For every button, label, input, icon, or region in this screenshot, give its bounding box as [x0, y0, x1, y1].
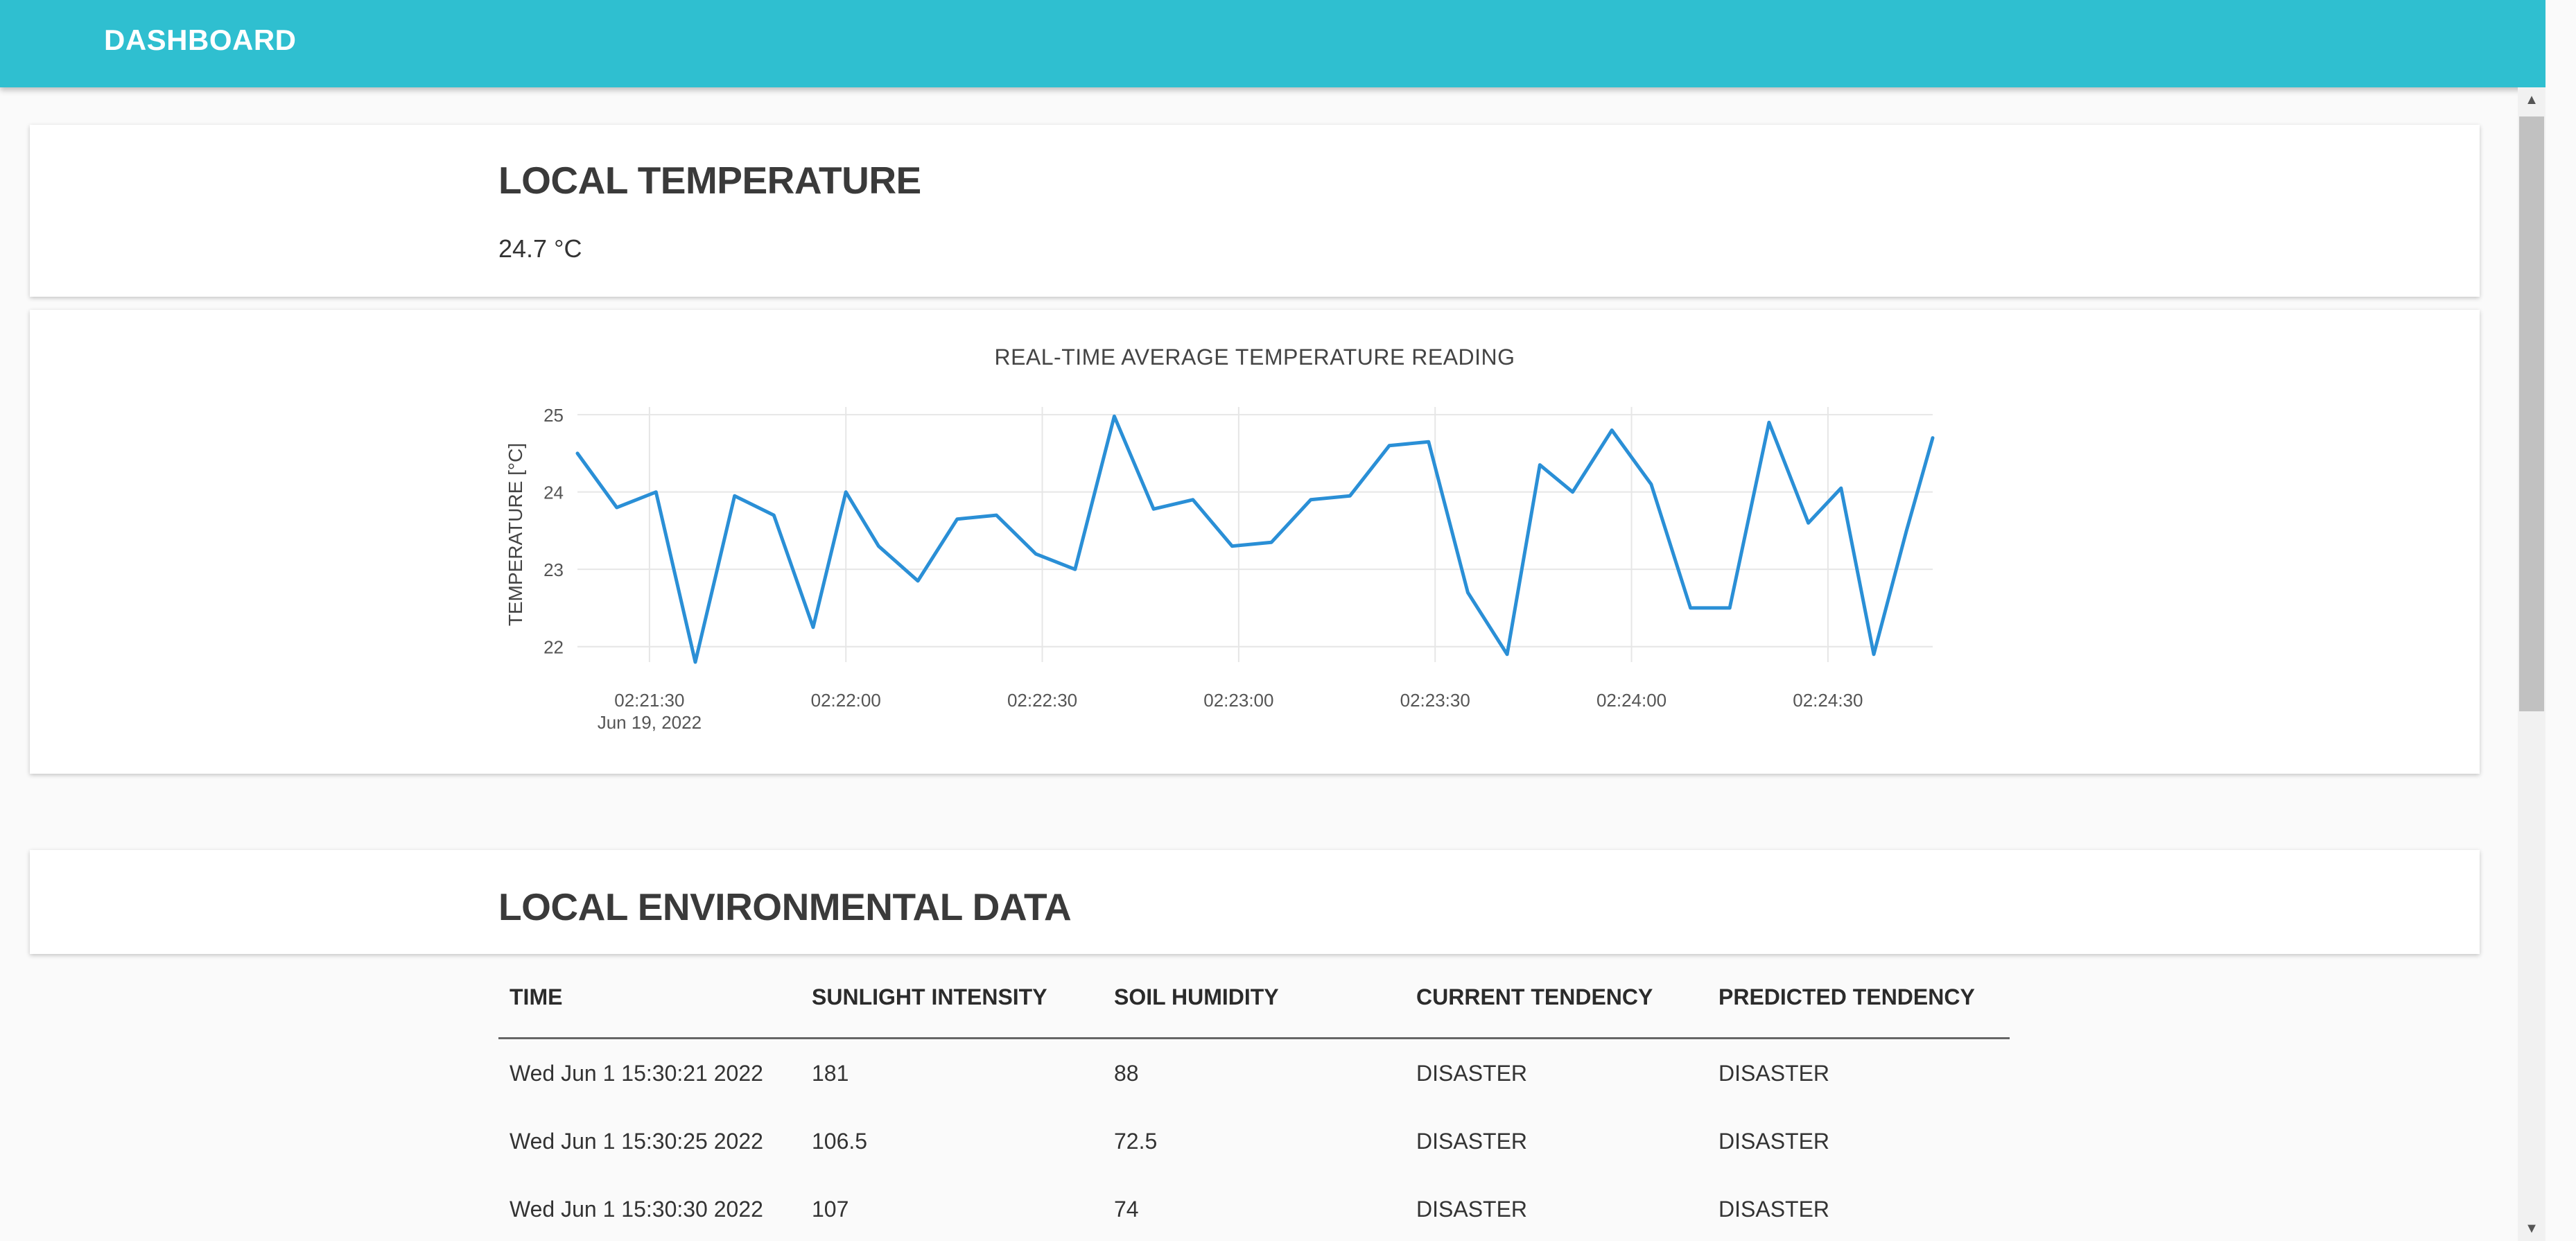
table-row: Wed Jun 1 15:30:21 2022 181 88 DISASTER …: [498, 1039, 2010, 1108]
scroll-down-arrow-icon[interactable]: ▼: [2518, 1216, 2545, 1241]
y-tick-label: 22: [543, 637, 564, 658]
cell-sunlight-intensity: 106.5: [812, 1128, 868, 1154]
column-header-predicted-tendency: PREDICTED TENDENCY: [1707, 957, 2010, 1039]
app-root: DASHBOARD LOCAL TEMPERATURE 24.7 °C REAL…: [0, 0, 2576, 1241]
environmental-data-table: TIME SUNLIGHT INTENSITY SOIL HUMIDITY CU…: [498, 957, 2010, 1241]
chart-series: [575, 414, 1935, 664]
table-header-row: TIME SUNLIGHT INTENSITY SOIL HUMIDITY CU…: [498, 957, 2010, 1039]
x-tick-label: 02:24:00: [1596, 690, 1666, 711]
column-header-sunlight-intensity: SUNLIGHT INTENSITY: [801, 957, 1103, 1039]
cell-predicted-tendency: DISASTER: [1718, 1060, 1830, 1086]
page-scrollbar[interactable]: ▲ ▼: [2518, 87, 2545, 1241]
cell-soil-humidity: 88: [1114, 1060, 1139, 1086]
column-header-current-tendency: CURRENT TENDENCY: [1405, 957, 1707, 1039]
window-edge: [2545, 0, 2576, 1241]
cell-soil-humidity: 72.5: [1114, 1128, 1158, 1154]
cell-current-tendency: DISASTER: [1416, 1196, 1528, 1222]
x-tick-label: 02:23:30: [1400, 690, 1470, 711]
x-tick-date-label: Jun 19, 2022: [598, 712, 702, 733]
cell-time: Wed Jun 1 15:30:30 2022: [510, 1196, 763, 1222]
cell-predicted-tendency: DISASTER: [1718, 1128, 1830, 1154]
local-environmental-card: LOCAL ENVIRONMENTAL DATA: [30, 850, 2480, 954]
environmental-table-container: TIME SUNLIGHT INTENSITY SOIL HUMIDITY CU…: [498, 957, 2010, 1241]
x-tick-label: 02:22:30: [1007, 690, 1077, 711]
column-header-soil-humidity: SOIL HUMIDITY: [1103, 957, 1405, 1039]
cell-current-tendency: DISASTER: [1416, 1128, 1528, 1154]
table-row: Wed Jun 1 15:30:30 2022 107 74 DISASTER …: [498, 1175, 2010, 1241]
cell-sunlight-intensity: 181: [812, 1060, 849, 1086]
temperature-series-line: [575, 414, 1935, 664]
column-header-time: TIME: [498, 957, 801, 1039]
x-tick-label: 02:21:30: [614, 690, 684, 711]
scrollbar-thumb[interactable]: [2519, 116, 2544, 711]
y-tick-label: 25: [543, 405, 564, 426]
x-tick-label: 02:22:00: [811, 690, 881, 711]
cell-time: Wed Jun 1 15:30:21 2022: [510, 1060, 763, 1086]
table-row: Wed Jun 1 15:30:25 2022 106.5 72.5 DISAS…: [498, 1107, 2010, 1175]
cell-predicted-tendency: DISASTER: [1718, 1196, 1830, 1222]
temperature-chart-card: REAL-TIME AVERAGE TEMPERATURE READING 22…: [30, 310, 2480, 774]
cell-time: Wed Jun 1 15:30:25 2022: [510, 1128, 763, 1154]
cell-soil-humidity: 74: [1114, 1196, 1139, 1222]
local-environmental-title: LOCAL ENVIRONMENTAL DATA: [498, 885, 1072, 928]
top-app-bar: DASHBOARD: [0, 0, 2545, 87]
local-temperature-title: LOCAL TEMPERATURE: [498, 159, 921, 202]
y-tick-label: 23: [543, 559, 564, 580]
cell-sunlight-intensity: 107: [812, 1196, 849, 1222]
temperature-line-chart[interactable]: 22 23 24 25 02:21:30Jun 19, 2022 02:22:00 02:2…: [30, 310, 2480, 774]
cell-current-tendency: DISASTER: [1416, 1060, 1528, 1086]
y-axis-label: TEMPERATURE [°C]: [505, 443, 526, 626]
y-tick-label: 24: [543, 483, 564, 503]
scroll-up-arrow-icon[interactable]: ▲: [2518, 87, 2545, 112]
x-tick-label: 02:23:00: [1203, 690, 1273, 711]
temperature-value: 24.7 °C: [498, 234, 582, 263]
local-temperature-card: LOCAL TEMPERATURE 24.7 °C: [30, 125, 2480, 297]
app-title: DASHBOARD: [104, 24, 297, 56]
x-tick-label: 02:24:30: [1793, 690, 1863, 711]
